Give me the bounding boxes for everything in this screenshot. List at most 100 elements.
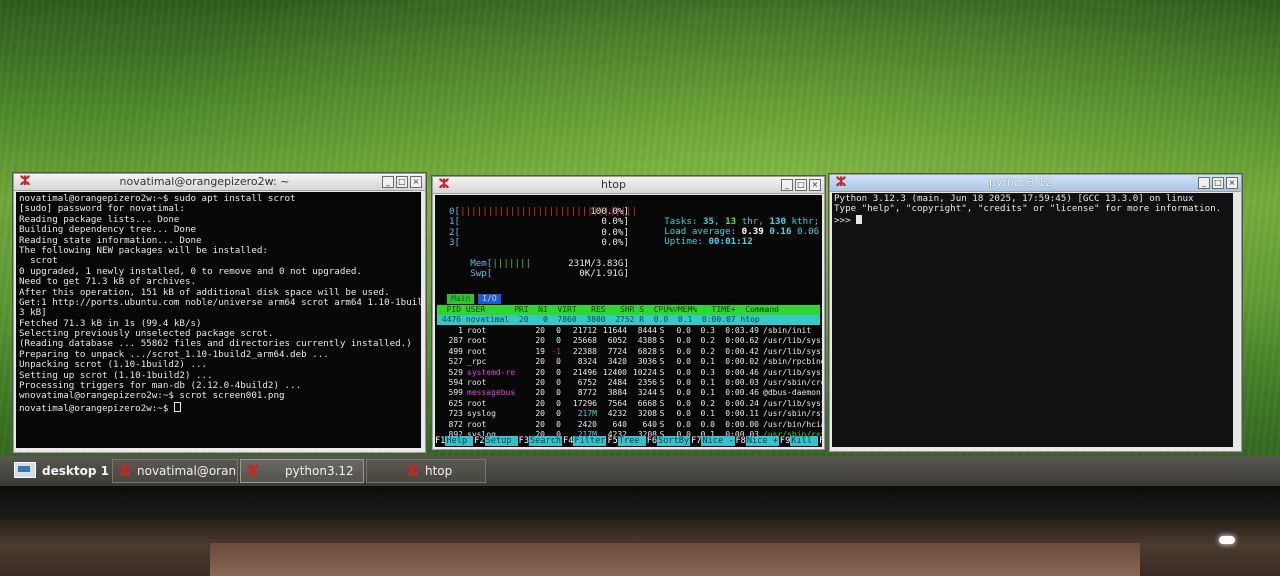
process-row[interactable]: 872 root 20 0 2420 640 640 S 0.0 0.0 0:00.00/usr/b…: [437, 420, 822, 430]
power-led-icon: [1219, 536, 1235, 544]
maximize-button[interactable]: □: [795, 179, 807, 191]
terminal-window[interactable]: ⵣ novatimal@orangepizero2w: ~ _ □ × nova…: [13, 173, 426, 453]
minimize-button[interactable]: _: [382, 176, 394, 188]
minimize-button[interactable]: _: [1198, 177, 1210, 189]
fkey-label: F5: [607, 436, 618, 446]
x-logo-icon[interactable]: ⵣ: [18, 175, 32, 189]
x-logo-icon[interactable]: ⵣ: [437, 178, 451, 192]
process-res: 4232: [607, 409, 627, 419]
maximize-button[interactable]: □: [1212, 177, 1224, 189]
process-list[interactable]: 1 root 20 0 21712 11644 8444 S 0.0 0.3 0:03.49/sbi…: [437, 326, 822, 447]
swp-value: 0K/1.91G]: [579, 268, 629, 280]
task-label: novatimal@oran...: [137, 464, 238, 478]
process-virt: 8772: [577, 388, 597, 398]
task-htop[interactable]: ⵣ htop: [366, 459, 486, 483]
process-user: syslog: [467, 409, 496, 419]
cpu-label: 3[: [449, 237, 461, 249]
close-button[interactable]: ×: [1226, 177, 1238, 189]
process-shr: 6668: [637, 398, 657, 408]
process-res: 7564: [607, 398, 627, 408]
process-pri: 20: [535, 367, 545, 377]
process-row[interactable]: 527 _rpc 20 0 8324 3420 3036 S 0.0 0.1 0:00.02/sbi…: [437, 357, 822, 367]
fkey-label: F1: [435, 436, 446, 446]
x-logo-icon[interactable]: ⵣ: [834, 176, 848, 190]
htop-titlebar[interactable]: ⵣ htop _ □ ×: [433, 177, 824, 194]
task-label: python3.12: [285, 464, 354, 478]
process-res: 12400: [602, 367, 627, 377]
process-virt: 22388: [572, 346, 597, 356]
taskbar: desktop 1 ⵣ novatimal@oran... ⵣ python3.…: [0, 456, 1280, 486]
process-row[interactable]: 287 root 20 0 25668 6052 4388 S 0.0 0.2 0:00.62/us…: [437, 336, 822, 346]
process-row[interactable]: 625 root 20 0 17296 7564 6668 S 0.0 0.2 0:00.24/us…: [437, 398, 822, 409]
fkey-action[interactable]: Filter: [573, 436, 607, 446]
tab-io[interactable]: I/O: [478, 294, 501, 304]
process-mem: 0.1: [700, 409, 715, 419]
fkey-action[interactable]: Nice -: [701, 436, 735, 446]
process-res: 3420: [607, 357, 627, 367]
load-15: 0.06: [797, 226, 820, 238]
selected-process-row[interactable]: 4476 novatimal 20 0 7860 3800 2752 R 0.0…: [437, 315, 820, 325]
python-titlebar[interactable]: ⵣ python3.12 _ □ ×: [830, 175, 1241, 192]
process-virt: 8324: [577, 357, 597, 367]
process-virt: 25668: [572, 336, 597, 346]
process-row[interactable]: 529 systemd-re 20 0 21496 12400 10224 S 0.0 0.3 0:…: [437, 367, 822, 378]
fkey-action[interactable]: Search: [529, 436, 563, 446]
process-pri: 19: [535, 346, 545, 356]
process-pri: 20: [535, 388, 545, 398]
terminal-title: novatimal@orangepizero2w: ~: [119, 175, 290, 188]
process-row[interactable]: 599 messagebus 20 0 8772 3884 3244 S 0.0 0.1 0:00.…: [437, 388, 821, 398]
process-table-header[interactable]: PID USER PRI NI VIRT RES SHR S CPU%▽MEM%…: [437, 305, 820, 315]
process-res: 2484: [607, 377, 627, 387]
process-ni: 0: [556, 336, 561, 346]
desktop-icon: [14, 462, 36, 478]
process-row[interactable]: 723 syslog 20 0 217M 4232 3208 S 0.0 0.1 0:00.11/u…: [437, 409, 822, 419]
process-time: 0:00.46: [725, 367, 759, 377]
fkey-action[interactable]: Tree: [617, 436, 646, 446]
terminal-cursor: [173, 401, 181, 412]
process-shr: 2356: [637, 377, 657, 387]
task-terminal[interactable]: ⵣ novatimal@oran...: [112, 459, 238, 483]
x-logo-icon: ⵣ: [118, 462, 132, 480]
process-row[interactable]: 499 root 19 -1 22388 7724 6828 S 0.0 0.2 0:00.42/u…: [437, 346, 822, 357]
fkey-label: F3: [518, 436, 529, 446]
cpu-meters: 0[|||||||||||||||||||||||||||||||| 100.0%…: [449, 206, 637, 249]
process-s: S: [659, 398, 665, 408]
function-key-bar: F1Help F2Setup F3Search F4Filter F5Tree F6…: [435, 436, 822, 447]
fkey-action[interactable]: Help: [445, 436, 474, 446]
terminal-line: Need to get 71.3 kB of archives.: [19, 276, 197, 288]
process-pid: 499: [448, 346, 463, 356]
terminal-titlebar[interactable]: ⵣ novatimal@orangepizero2w: ~ _ □ ×: [14, 174, 425, 191]
desk-shelf: [210, 543, 1140, 576]
desktop-switcher[interactable]: desktop 1: [14, 459, 109, 483]
fkey-action[interactable]: Kill: [790, 436, 819, 446]
terminal-output[interactable]: novatimal@orangepizero2w:~$ sudo apt ins…: [16, 192, 421, 448]
process-row[interactable]: 1 root 20 0 21712 11644 8444 S 0.0 0.3 0:03.49/sbi…: [437, 326, 820, 336]
process-row[interactable]: 594 root 20 0 6752 2484 2356 S 0.0 0.1 0:00.03/usr…: [437, 377, 822, 388]
process-virt: 17296: [572, 398, 597, 408]
process-time: 0:00.02: [725, 357, 759, 367]
process-ni: 0: [556, 326, 561, 335]
maximize-button[interactable]: □: [396, 176, 408, 188]
process-s: S: [659, 336, 665, 346]
x-logo-icon: ⵣ: [406, 462, 420, 480]
close-button[interactable]: ×: [809, 179, 821, 191]
python-window[interactable]: ⵣ python3.12 _ □ × Python 3.12.3 (main, …: [829, 174, 1242, 452]
python-output[interactable]: Python 3.12.3 (main, Jun 18 2025, 17:59:…: [832, 193, 1233, 447]
process-s: S: [659, 409, 665, 419]
monitor-bezel: [0, 486, 1280, 520]
fkey-action[interactable]: SortBy: [657, 436, 691, 446]
htop-screen[interactable]: 0[|||||||||||||||||||||||||||||||| 100.0%…: [435, 195, 822, 447]
load-5: 0.16: [769, 226, 792, 238]
fkey-label: F2: [474, 436, 485, 446]
minimize-button[interactable]: _: [781, 179, 793, 191]
process-s: S: [659, 346, 665, 356]
fkey-action[interactable]: Nice +: [745, 436, 779, 446]
fkey-action[interactable]: Setup: [484, 436, 518, 446]
process-pri: 20: [535, 377, 545, 387]
task-python[interactable]: ⵣ python3.12: [240, 459, 364, 483]
python-cursor: [856, 214, 863, 224]
htop-window[interactable]: ⵣ htop _ □ × 0[|||||||||||||||||||||||||…: [432, 176, 825, 450]
tab-main[interactable]: Main: [447, 294, 475, 304]
fkey-label: F6: [646, 436, 658, 446]
close-button[interactable]: ×: [410, 176, 422, 188]
